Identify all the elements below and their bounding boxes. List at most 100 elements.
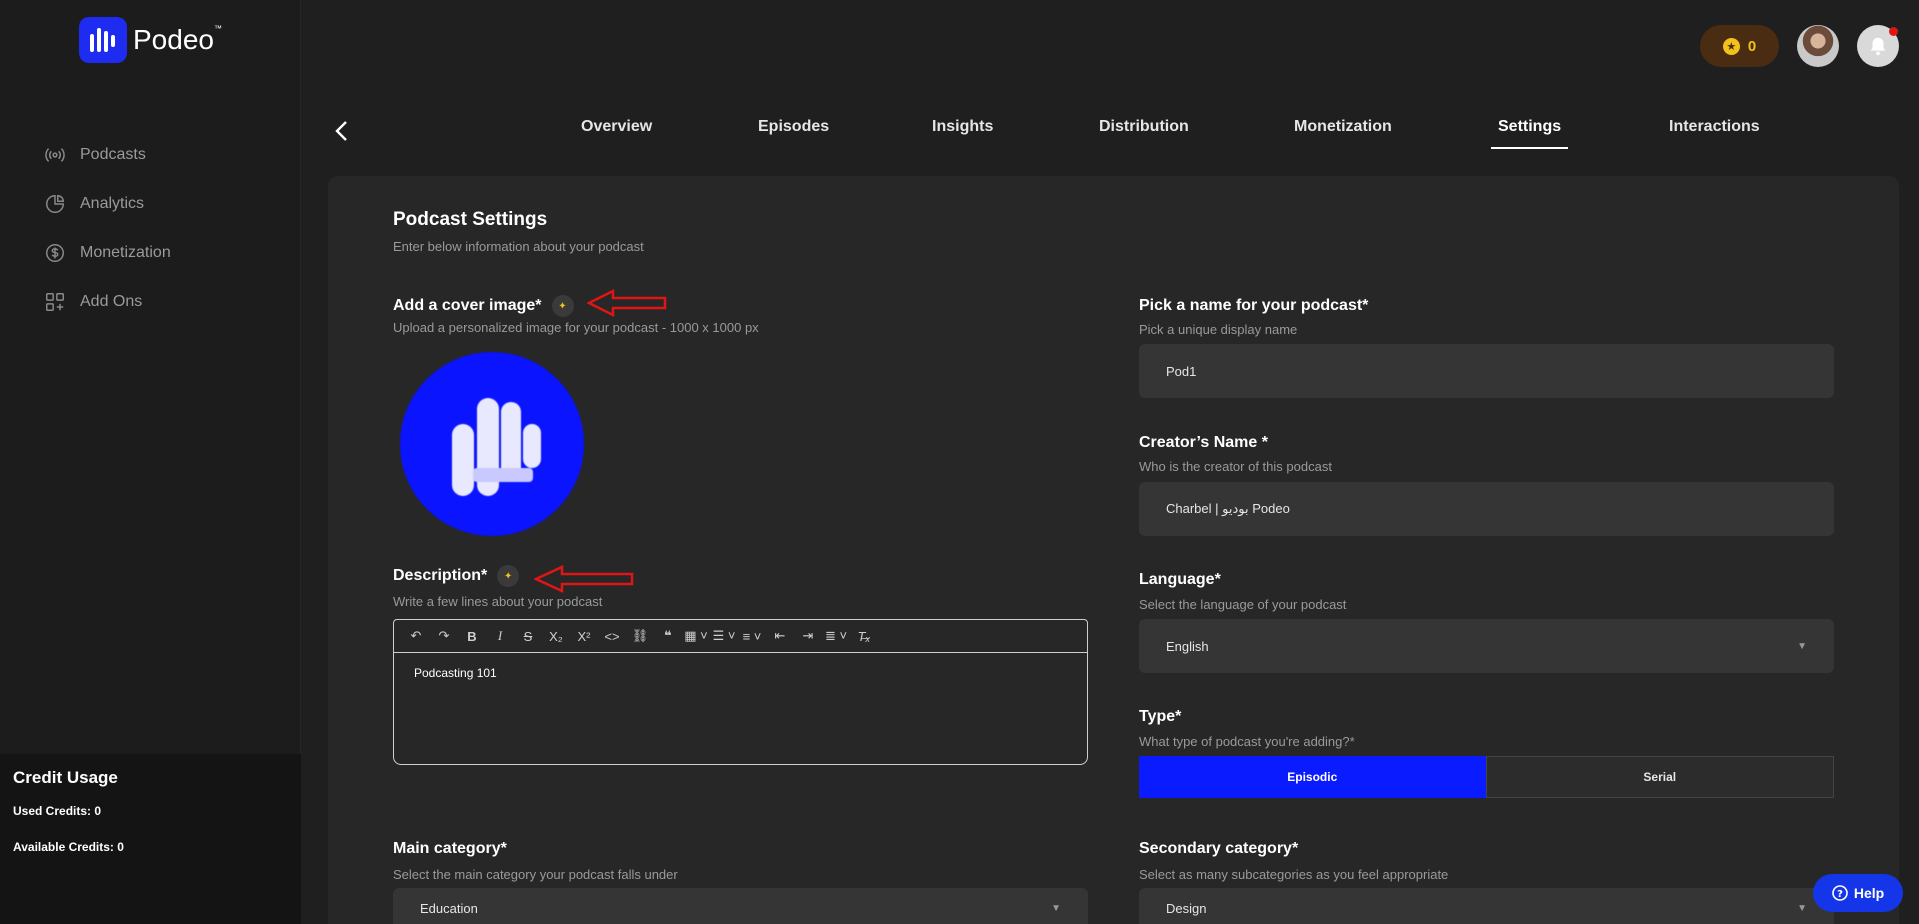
sidebar-nav: Podcasts Analytics Monetization Add Ons	[44, 130, 171, 326]
user-avatar[interactable]	[1797, 25, 1839, 67]
main-category-hint: Select the main category your podcast fa…	[393, 867, 678, 882]
pie-chart-icon	[46, 194, 64, 213]
chevron-down-icon: ▼	[1797, 640, 1807, 652]
page-subtitle: Enter below information about your podca…	[393, 239, 644, 254]
language-hint: Select the language of your podcast	[1139, 597, 1347, 612]
cover-image-hint: Upload a personalized image for your pod…	[393, 320, 759, 335]
code-icon[interactable]: <>	[600, 624, 624, 648]
description-label-text: Description*	[393, 567, 488, 584]
credit-usage-panel: Credit Usage Used Credits: 0 Available C…	[0, 754, 301, 924]
sidebar-item-analytics[interactable]: Analytics	[44, 179, 171, 228]
undo-icon[interactable]: ↶	[404, 624, 428, 648]
secondary-category-value: Design	[1166, 900, 1207, 916]
podcast-name-value: Pod1	[1166, 363, 1197, 379]
tab-distribution[interactable]: Distribution	[1099, 118, 1189, 136]
type-option-serial[interactable]: Serial	[1485, 756, 1834, 798]
sidebar-item-label: Analytics	[80, 194, 145, 212]
editor-toolbar: ↶ ↷ B I S X₂ X² <> ⛓ ❝ ▦ ˅ ☰ ˅ ≡ ˅ ⇤ ⇥ ≣…	[394, 620, 1087, 653]
tab-episodes[interactable]: Episodes	[758, 118, 829, 136]
cover-image-label-text: Add a cover image*	[393, 297, 542, 314]
question-circle-icon: ?	[1832, 885, 1848, 901]
numbered-list-icon[interactable]: ≡ ˅	[740, 624, 764, 648]
link-icon[interactable]: ⛓	[628, 624, 652, 648]
italic-icon[interactable]: I	[488, 624, 512, 648]
table-icon[interactable]: ▦ ˅	[684, 624, 708, 648]
tab-insights[interactable]: Insights	[932, 118, 993, 136]
podcast-name-hint: Pick a unique display name	[1139, 322, 1298, 337]
podeo-logo[interactable]: Podeo™	[79, 17, 222, 63]
creator-name-hint: Who is the creator of this podcast	[1139, 459, 1332, 474]
indent-icon[interactable]: ⇥	[796, 624, 820, 648]
chevron-down-icon: ▼	[1797, 902, 1807, 914]
description-text[interactable]: Podcasting 101	[394, 653, 1087, 693]
type-option-episodic[interactable]: Episodic	[1139, 756, 1486, 798]
description-label: Description* ✦	[393, 565, 520, 587]
secondary-category-select[interactable]: Design ▼	[1139, 888, 1834, 924]
type-hint: What type of podcast you're adding?*	[1139, 734, 1355, 749]
creator-name-input[interactable]: Charbel | بوديو Podeo	[1139, 482, 1834, 536]
outdent-icon[interactable]: ⇤	[768, 624, 792, 648]
help-button[interactable]: ? Help	[1813, 874, 1903, 912]
sidebar-item-label: Add Ons	[80, 292, 143, 310]
app-root: Podeo™ Podcasts Analytics Monetization A…	[0, 0, 1919, 924]
secondary-category-hint: Select as many subcategories as you feel…	[1139, 867, 1449, 882]
add-grid-icon	[46, 292, 64, 311]
coins-badge[interactable]: ★ 0	[1700, 25, 1779, 67]
podeo-logo-icon	[79, 17, 127, 63]
used-credits: Used Credits: 0	[13, 804, 102, 818]
available-credits: Available Credits: 0	[13, 840, 124, 854]
blockquote-icon[interactable]: ❝	[656, 624, 680, 648]
star-coin-icon: ★	[1722, 37, 1740, 55]
header-actions: ★ 0	[1700, 25, 1919, 67]
redo-icon[interactable]: ↷	[432, 624, 456, 648]
settings-panel	[328, 176, 1899, 924]
strikethrough-icon[interactable]: S	[516, 624, 540, 648]
annotation-arrow-icon	[587, 289, 667, 317]
sidebar-item-monetization[interactable]: Monetization	[44, 228, 171, 277]
description-editor: ↶ ↷ B I S X₂ X² <> ⛓ ❝ ▦ ˅ ☰ ˅ ≡ ˅ ⇤ ⇥ ≣…	[393, 619, 1088, 765]
tab-monetization[interactable]: Monetization	[1294, 118, 1392, 136]
clear-format-icon[interactable]: T̶ₓ	[852, 624, 876, 648]
main-category-value: Education	[420, 900, 478, 916]
ai-sparkle-icon[interactable]: ✦	[497, 565, 520, 587]
chevron-down-icon: ▼	[1051, 902, 1061, 914]
language-label: Language*	[1139, 571, 1221, 588]
sidebar-item-add-ons[interactable]: Add Ons	[44, 277, 171, 326]
bell-icon	[1870, 37, 1886, 56]
language-select[interactable]: English ▼	[1139, 619, 1834, 673]
tab-bar: Overview Episodes Insights Distribution …	[0, 118, 1919, 150]
sidebar-item-label: Monetization	[80, 243, 171, 261]
secondary-category-label: Secondary category*	[1139, 840, 1299, 857]
tab-overview[interactable]: Overview	[581, 118, 652, 136]
help-label: Help	[1853, 885, 1885, 901]
ai-sparkle-icon[interactable]: ✦	[551, 295, 574, 317]
subscript-icon[interactable]: X₂	[544, 624, 568, 648]
credit-usage-title: Credit Usage	[13, 768, 118, 787]
tab-settings[interactable]: Settings	[1490, 118, 1569, 149]
podeo-hand-logo-icon	[452, 398, 541, 496]
annotation-arrow-icon	[534, 565, 634, 593]
creator-name-value: Charbel | بوديو Podeo	[1166, 501, 1290, 516]
language-value: English	[1166, 638, 1209, 654]
align-icon[interactable]: ≣ ˅	[824, 624, 848, 648]
cover-image-upload[interactable]	[400, 352, 584, 536]
main-category-select[interactable]: Education ▼	[393, 888, 1088, 924]
bold-icon[interactable]: B	[460, 624, 484, 648]
notifications-button[interactable]	[1857, 25, 1899, 67]
coins-count: 0	[1747, 37, 1757, 55]
bullet-list-icon[interactable]: ☰ ˅	[712, 624, 736, 648]
cover-image-label: Add a cover image* ✦	[393, 295, 574, 317]
tab-interactions[interactable]: Interactions	[1669, 118, 1760, 136]
podcast-name-label: Pick a name for your podcast*	[1139, 297, 1369, 314]
page-title: Podcast Settings	[393, 209, 548, 230]
dollar-circle-icon	[46, 243, 64, 262]
podcast-name-input[interactable]: Pod1	[1139, 344, 1834, 398]
creator-name-label: Creator’s Name *	[1139, 434, 1268, 451]
main-category-label: Main category*	[393, 840, 507, 857]
type-toggle: Episodic Serial	[1139, 756, 1834, 798]
description-hint: Write a few lines about your podcast	[393, 594, 603, 609]
type-label: Type*	[1139, 708, 1182, 725]
svg-text:?: ?	[1837, 889, 1843, 900]
brand-name: Podeo™	[133, 24, 222, 55]
superscript-icon[interactable]: X²	[572, 624, 596, 648]
